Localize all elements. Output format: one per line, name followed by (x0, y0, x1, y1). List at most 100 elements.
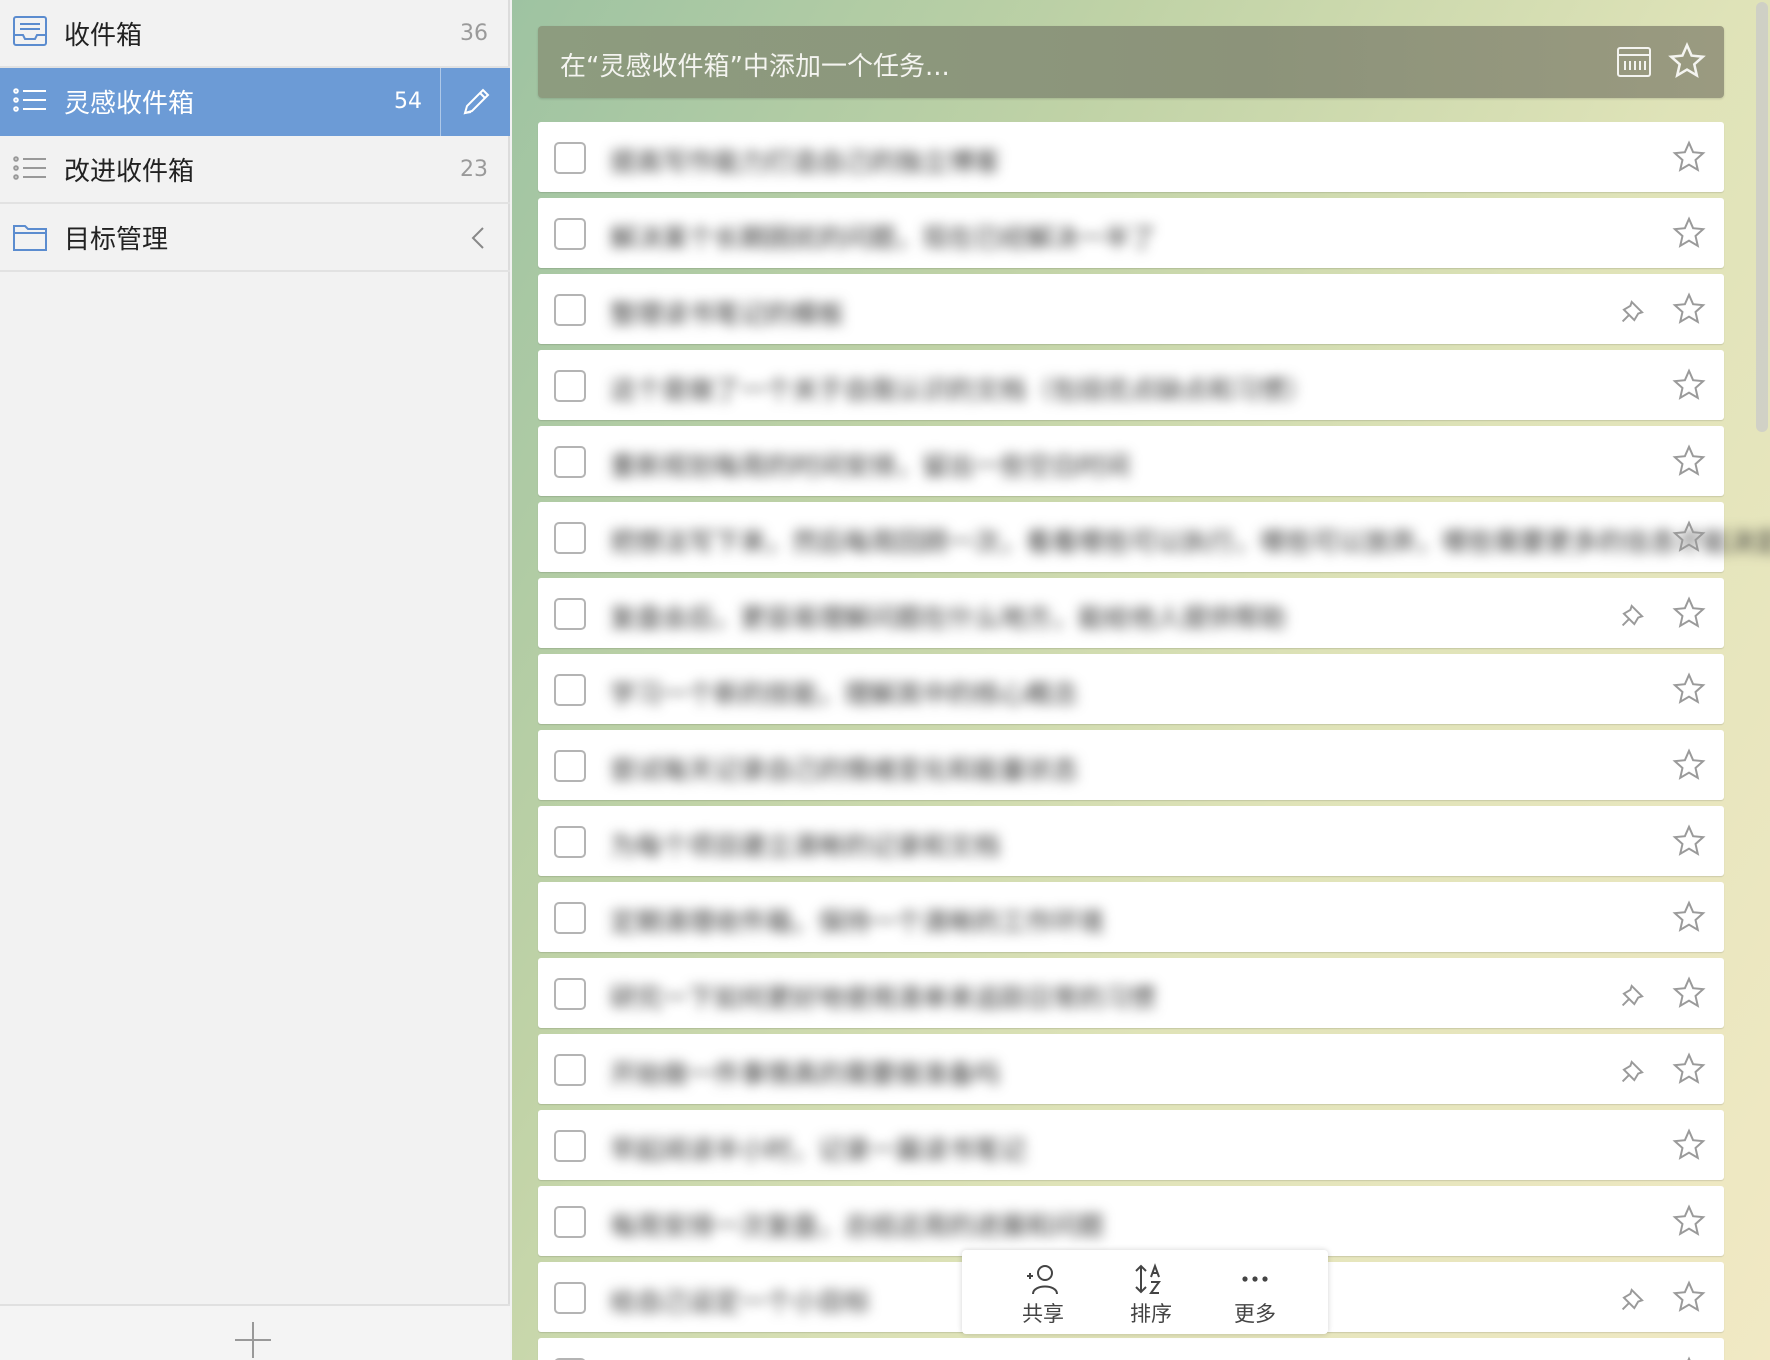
task-checkbox[interactable] (554, 598, 586, 630)
sidebar-item-label: 灵感收件箱 (64, 88, 195, 119)
star-icon[interactable] (1672, 140, 1706, 174)
task-checkbox[interactable] (554, 826, 586, 858)
task-title[interactable]: 每周安排一次复盘，总结这周的进展和问题 (610, 1206, 1104, 1243)
pin-icon[interactable] (1620, 602, 1646, 628)
task-row[interactable]: 开始做一件事情真的需要做准备吗 (538, 1034, 1724, 1104)
task-title[interactable]: 研究一下如何更好地使用清单来追踪日常的习惯 (610, 978, 1156, 1015)
task-checkbox[interactable] (554, 1130, 586, 1162)
task-checkbox[interactable] (554, 674, 586, 706)
task-checkbox[interactable] (554, 1206, 586, 1238)
star-icon[interactable] (1672, 216, 1706, 250)
star-icon[interactable] (1672, 368, 1706, 402)
sidebar-item-label: 收件箱 (64, 20, 143, 51)
task-title[interactable]: 重新规划每周的时间安排，留出一些空白时间 (610, 446, 1130, 483)
pin-icon[interactable] (1620, 1286, 1646, 1312)
task-title[interactable]: 早起阅读半小时，记录一篇读书笔记 (610, 1130, 1026, 1167)
add-task-bar[interactable]: 在“灵感收件箱”中添加一个任务... (538, 26, 1724, 98)
task-title[interactable]: 提高写作能力打造自己的独立博客 (610, 142, 1000, 179)
sidebar-item-label: 目标管理 (64, 224, 169, 255)
task-title[interactable]: 给自己设定一个小目标 (610, 1282, 870, 1319)
sidebar-item-inbox[interactable]: 收件箱 36 (0, 0, 510, 68)
add-list-icon[interactable] (233, 1320, 273, 1360)
add-task-input[interactable]: 在“灵感收件箱”中添加一个任务... (560, 46, 950, 83)
task-title[interactable]: 学习一个新的技能，理解其中的核心概念 (610, 674, 1078, 711)
task-row[interactable]: 尝试每天记录自己的情绪变化和能量状态 (538, 730, 1724, 800)
star-icon[interactable] (1672, 1204, 1706, 1238)
task-row[interactable] (538, 1338, 1724, 1360)
sidebar-item-count: 36 (460, 20, 488, 46)
star-icon[interactable] (1672, 824, 1706, 858)
pin-icon[interactable] (1620, 982, 1646, 1008)
sidebar-footer (0, 1304, 510, 1360)
star-icon[interactable] (1672, 444, 1706, 478)
sort-label: 排序 (1130, 1302, 1172, 1326)
more-button[interactable]: 更多 (1210, 1262, 1300, 1326)
task-row[interactable]: 每周安排一次复盘，总结这周的进展和问题 (538, 1186, 1724, 1256)
star-icon[interactable] (1672, 520, 1706, 554)
star-icon[interactable] (1672, 976, 1706, 1010)
chevron-left-icon[interactable] (468, 226, 488, 250)
task-list-panel: 在“灵感收件箱”中添加一个任务... 提高写作能力打造自己的独立博客解决某个长期… (512, 0, 1770, 1360)
task-checkbox[interactable] (554, 1282, 586, 1314)
task-row[interactable]: 早起阅读半小时，记录一篇读书笔记 (538, 1110, 1724, 1180)
task-row[interactable]: 把想法写下来，然后每周回顾一次，看看哪些可以执行，哪些可以放弃，哪些需要更多的信… (538, 502, 1770, 572)
task-checkbox[interactable] (554, 902, 586, 934)
task-row[interactable]: 整理读书笔记的模板 (538, 274, 1724, 344)
task-title[interactable]: 这个是做了一个关于自我认识的文档（包括优点缺点和习惯） (610, 370, 1312, 407)
task-row[interactable]: 重新规划每周的时间安排，留出一些空白时间 (538, 426, 1724, 496)
task-row[interactable]: 研究一下如何更好地使用清单来追踪日常的习惯 (538, 958, 1724, 1028)
more-dots-icon (1242, 1276, 1268, 1282)
star-icon[interactable] (1672, 596, 1706, 630)
task-checkbox[interactable] (554, 218, 586, 250)
task-title[interactable]: 尝试每天记录自己的情绪变化和能量状态 (610, 750, 1078, 787)
task-title[interactable]: 复盘会后，更容易理解问题在什么地方，能给他人提供帮助 (610, 598, 1286, 635)
task-checkbox[interactable] (554, 750, 586, 782)
pin-icon[interactable] (1620, 298, 1646, 324)
list-icon (13, 88, 46, 112)
task-row[interactable]: 复盘会后，更容易理解问题在什么地方，能给他人提供帮助 (538, 578, 1724, 648)
task-row[interactable]: 学习一个新的技能，理解其中的核心概念 (538, 654, 1724, 724)
sidebar-folder-goal-management[interactable]: 目标管理 (0, 204, 510, 272)
star-icon[interactable] (1672, 900, 1706, 934)
sidebar-item-count: 23 (460, 156, 488, 182)
task-row[interactable]: 提高写作能力打造自己的独立博客 (538, 122, 1724, 192)
task-checkbox[interactable] (554, 522, 586, 554)
share-label: 共享 (1022, 1302, 1064, 1326)
task-row[interactable]: 解决某个长期困扰的问题，现在已经解决一半了 (538, 198, 1724, 268)
star-icon[interactable] (1672, 292, 1706, 326)
task-title[interactable]: 把想法写下来，然后每周回顾一次，看看哪些可以执行，哪些可以放弃，哪些需要更多的信… (610, 522, 1770, 559)
task-checkbox[interactable] (554, 446, 586, 478)
task-title[interactable]: 解决某个长期困扰的问题，现在已经解决一半了 (610, 218, 1156, 255)
inbox-icon (13, 16, 47, 46)
task-checkbox[interactable] (554, 370, 586, 402)
task-title[interactable]: 为每个项目建立清晰的记录和文档 (610, 826, 1000, 863)
task-checkbox[interactable] (554, 978, 586, 1010)
task-row[interactable]: 这个是做了一个关于自我认识的文档（包括优点缺点和习惯） (538, 350, 1724, 420)
sidebar-item-inspiration-inbox[interactable]: 灵感收件箱 54 (0, 68, 510, 136)
star-icon[interactable] (1672, 1356, 1706, 1360)
task-checkbox[interactable] (554, 294, 586, 326)
edit-list-button[interactable] (440, 68, 510, 136)
task-row[interactable]: 定期清理收件箱，保持一个清晰的工作环境 (538, 882, 1724, 952)
task-title[interactable]: 定期清理收件箱，保持一个清晰的工作环境 (610, 902, 1104, 939)
calendar-icon[interactable] (1616, 44, 1652, 80)
sidebar-item-improvement-inbox[interactable]: 改进收件箱 23 (0, 136, 510, 204)
scrollbar[interactable] (1756, 2, 1768, 432)
task-checkbox[interactable] (554, 142, 586, 174)
pin-icon[interactable] (1620, 1058, 1646, 1084)
sort-button[interactable]: 排序 (1106, 1262, 1196, 1326)
task-row[interactable]: 为每个项目建立清晰的记录和文档 (538, 806, 1724, 876)
share-button[interactable]: 共享 (998, 1262, 1088, 1326)
sidebar: 收件箱 36 灵感收件箱 54 改进收件箱 23 目标管理 (0, 0, 510, 1360)
task-checkbox[interactable] (554, 1054, 586, 1086)
star-icon[interactable] (1668, 42, 1706, 80)
star-icon[interactable] (1672, 1128, 1706, 1162)
star-icon[interactable] (1672, 748, 1706, 782)
task-title[interactable]: 开始做一件事情真的需要做准备吗 (610, 1054, 1000, 1091)
star-icon[interactable] (1672, 1052, 1706, 1086)
task-title[interactable]: 整理读书笔记的模板 (610, 294, 844, 331)
folder-icon (13, 225, 47, 251)
star-icon[interactable] (1672, 672, 1706, 706)
star-icon[interactable] (1672, 1280, 1706, 1314)
sidebar-item-label: 改进收件箱 (64, 156, 195, 187)
